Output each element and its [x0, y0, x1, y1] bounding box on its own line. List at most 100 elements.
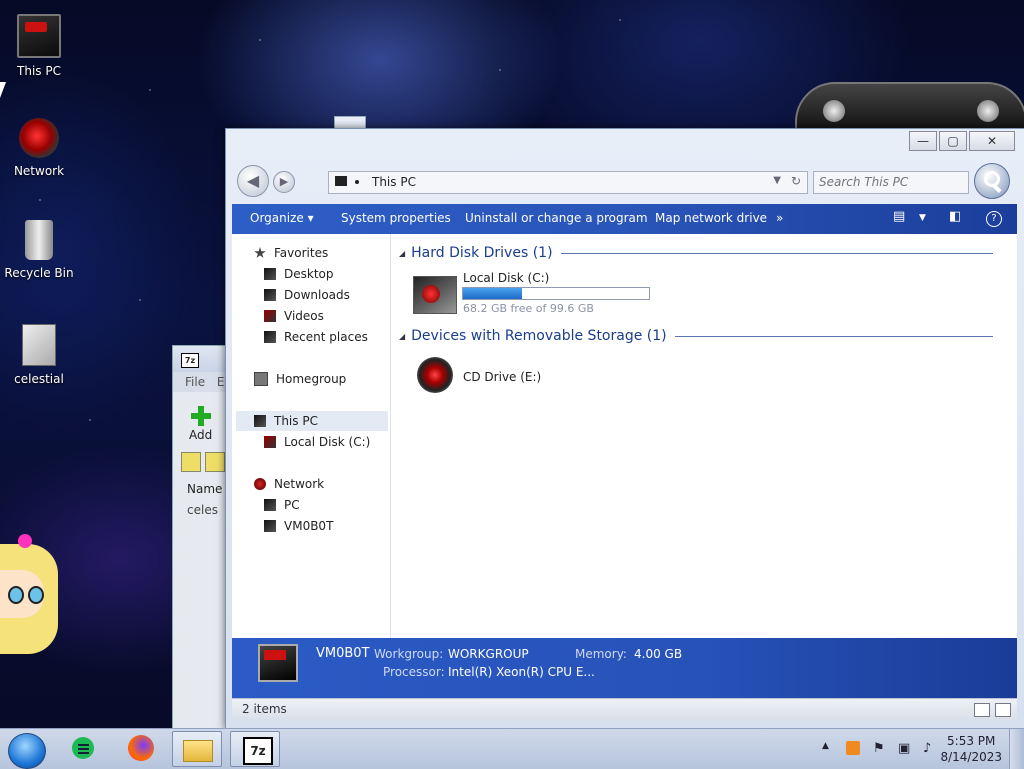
nav-item-downloads[interactable]: Downloads	[264, 285, 350, 305]
desktop-icon-celestial[interactable]: celestial	[1, 324, 77, 386]
show-desktop-button[interactable]	[1009, 729, 1024, 769]
desktop-icon-label: celestial	[14, 372, 64, 386]
search-field[interactable]	[813, 171, 969, 194]
nav-item-network[interactable]: Network	[254, 474, 324, 494]
group-divider	[560, 252, 993, 254]
taskbar-app-notes[interactable]	[58, 731, 106, 765]
column-header-name[interactable]: Name	[187, 482, 222, 496]
desktop-gadget	[795, 82, 1024, 134]
computer-icon	[264, 499, 276, 511]
list-item[interactable]: celes	[187, 503, 218, 517]
change-view-icon[interactable]: ▤	[893, 209, 905, 224]
desktop-icon-recycle-bin[interactable]: Recycle Bin	[1, 220, 77, 280]
computer-icon	[258, 644, 298, 682]
taskbar-app-firefox[interactable]	[116, 731, 164, 765]
desktop-icon-label: This PC	[17, 64, 61, 78]
desktop-icon-this-pc[interactable]: This PC	[1, 14, 77, 78]
help-icon[interactable]: ?	[986, 211, 1002, 227]
drive-usage-bar	[462, 287, 650, 300]
search-icon[interactable]	[974, 163, 1010, 199]
explorer-content: Favorites Desktop Downloads Videos Recen…	[232, 234, 1017, 638]
group-header-hard-disk-drives[interactable]: ◢ Hard Disk Drives (1)	[399, 244, 993, 262]
details-view-icon[interactable]	[974, 703, 990, 717]
taskbar: 7z ▲ ⚑ ▣ ♪ 5:53 PM 8/14/2023	[0, 728, 1024, 769]
search-input[interactable]	[814, 172, 964, 191]
collapse-triangle-icon[interactable]: ◢	[399, 249, 405, 258]
network-icon	[19, 118, 59, 158]
start-button[interactable]	[8, 733, 46, 769]
more-commands-button[interactable]: »	[776, 211, 783, 225]
nav-item-label: Local Disk (C:)	[284, 435, 371, 449]
drive-name-e[interactable]: CD Drive (E:)	[463, 370, 541, 384]
chevron-down-icon[interactable]: ▼	[773, 175, 781, 186]
taskbar-app-7zip[interactable]: 7z	[230, 731, 280, 767]
nav-item-vm0b0t[interactable]: VM0B0T	[264, 516, 333, 536]
drive-name-c[interactable]: Local Disk (C:)	[463, 271, 549, 285]
folder-up-icon[interactable]	[181, 452, 201, 472]
menu-edit[interactable]: E	[217, 375, 225, 389]
organize-button[interactable]: Organize ▾	[250, 211, 314, 225]
nav-item-label: PC	[284, 498, 300, 512]
computer-icon	[335, 176, 347, 186]
hard-drive-icon[interactable]	[413, 276, 457, 314]
recycle-bin-icon	[25, 220, 53, 260]
view-icon[interactable]	[205, 452, 225, 472]
forward-button[interactable]: ▶	[273, 171, 295, 193]
cd-drive-icon[interactable]	[417, 357, 453, 393]
back-button[interactable]: ◀	[237, 165, 269, 197]
system-properties-button[interactable]: System properties	[341, 211, 451, 225]
hard-drive-icon	[264, 436, 276, 448]
nav-item-desktop[interactable]: Desktop	[264, 264, 334, 284]
collapse-triangle-icon[interactable]: ◢	[399, 332, 405, 341]
nav-item-this-pc[interactable]: This PC	[254, 411, 318, 431]
show-hidden-icons-button[interactable]: ▲	[822, 741, 829, 751]
cartoon-character-image	[0, 534, 62, 662]
desktop-icon-network[interactable]: Network	[1, 118, 77, 178]
archive-file-icon	[22, 324, 56, 366]
close-button[interactable]: ✕	[969, 131, 1015, 151]
maximize-button[interactable]: ▢	[939, 131, 967, 151]
nav-item-videos[interactable]: Videos	[264, 306, 324, 326]
7zip-titlebar[interactable]: 7z	[173, 346, 233, 372]
computer-icon	[264, 520, 276, 532]
volume-icon[interactable]: ♪	[923, 741, 931, 756]
workgroup-label: Workgroup:	[374, 647, 444, 661]
nav-item-label: Favorites	[274, 246, 329, 260]
preview-pane-icon[interactable]: ◧	[949, 209, 961, 224]
nav-item-label: VM0B0T	[284, 519, 334, 533]
clock[interactable]: 5:53 PM 8/14/2023	[940, 733, 1002, 765]
desktop-icon	[264, 268, 276, 280]
map-network-drive-button[interactable]: Map network drive	[655, 211, 767, 225]
nav-item-label: Homegroup	[276, 372, 347, 386]
nav-item-label: Recent places	[284, 330, 368, 344]
nav-item-recent-places[interactable]: Recent places	[264, 327, 368, 347]
nav-item-favorites[interactable]: Favorites	[254, 243, 328, 263]
nav-item-pc[interactable]: PC	[264, 495, 300, 515]
taskbar-app-explorer[interactable]	[172, 731, 222, 767]
refresh-icon[interactable]: ↻	[791, 174, 801, 188]
desktop-icon-label: Recycle Bin	[4, 266, 74, 280]
breadcrumb[interactable]: This PC	[372, 175, 416, 189]
window-controls: — ▢ ✕	[907, 131, 1015, 151]
uninstall-program-button[interactable]: Uninstall or change a program	[465, 211, 648, 225]
homegroup-icon	[254, 372, 268, 386]
explorer-window[interactable]: — ▢ ✕ ◀ ▶ This PC ▼ ↻ Organize ▾ System …	[225, 128, 1024, 730]
group-title: Hard Disk Drives (1)	[411, 245, 553, 261]
nav-item-local-disk[interactable]: Local Disk (C:)	[264, 432, 370, 452]
minimize-button[interactable]: —	[909, 131, 937, 151]
tray-app-icon[interactable]	[846, 741, 860, 755]
large-icons-view-icon[interactable]	[995, 703, 1011, 717]
menu-file[interactable]: File	[185, 375, 205, 389]
action-center-flag-icon[interactable]: ⚑	[873, 741, 885, 756]
nav-item-homegroup[interactable]: Homegroup	[254, 369, 346, 389]
network-tray-icon[interactable]: ▣	[898, 741, 910, 756]
add-button[interactable]: Add	[189, 406, 212, 442]
command-bar: Organize ▾ System properties Uninstall o…	[232, 204, 1017, 234]
navigation-pane: Favorites Desktop Downloads Videos Recen…	[232, 234, 391, 638]
group-header-removable-storage[interactable]: ◢ Devices with Removable Storage (1)	[399, 327, 993, 345]
address-bar[interactable]: This PC ▼ ↻	[328, 171, 808, 194]
7zip-app-icon: 7z	[181, 353, 199, 368]
view-options-chevron-icon[interactable]: ▼	[919, 213, 926, 223]
nav-item-label: This PC	[274, 414, 318, 428]
clock-date: 8/14/2023	[940, 750, 1002, 764]
